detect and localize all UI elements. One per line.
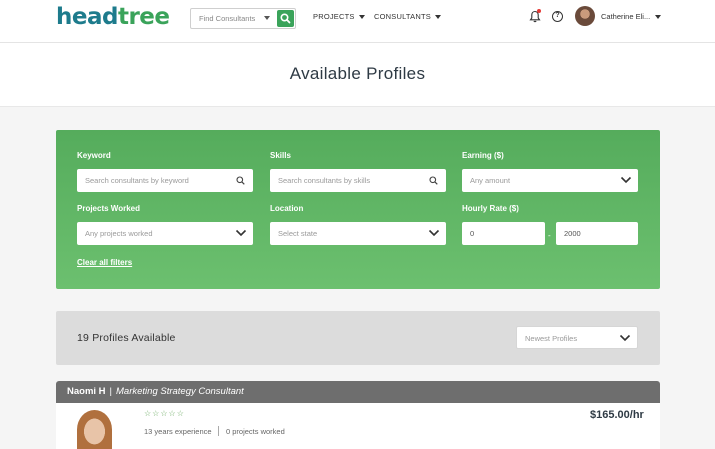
hourly-rate: $165.00/hr [590,409,644,421]
user-avatar[interactable] [575,6,595,26]
search-icon [280,13,291,24]
earning-label: Earning ($) [462,151,504,160]
filter-panel [56,130,660,289]
experience-text: 13 years experience [144,427,212,436]
location-label: Location [270,204,304,213]
skills-placeholder: Search consultants by skills [278,176,371,185]
range-separator: - [548,231,551,240]
location-value: Select state [278,229,318,238]
projects-worked-label: Projects Worked [77,204,140,213]
logo-text-head: head [56,4,118,30]
projects-worked-select[interactable]: Any projects worked [77,222,253,245]
hourly-rate-max-input[interactable]: 2000 [556,222,638,245]
nav-projects-label: PROJECTS [313,12,355,21]
chevron-down-icon [235,229,247,237]
notification-dot [537,9,541,13]
caret-down-icon [358,15,365,20]
keyword-placeholder: Search consultants by keyword [85,176,189,185]
projects-worked-text: 0 projects worked [226,427,285,436]
question-circle-icon[interactable]: ? [552,11,563,22]
profile-role: Marketing Strategy Consultant [116,386,244,397]
nav-consultants-label: CONSULTANTS [374,12,431,21]
logo-text-tree: tree [117,4,170,30]
sort-value: Newest Profiles [525,334,578,343]
search-icon [429,176,438,185]
clear-filters-link[interactable]: Clear all filters [77,258,132,267]
hourly-rate-label: Hourly Rate ($) [462,204,519,213]
caret-down-icon [264,16,270,20]
top-navbar: headtree Find Consultants PROJECTS CONSU… [0,0,715,43]
keyword-label: Keyword [77,151,111,160]
headtree-logo[interactable]: headtree [56,4,170,30]
find-consultants-label: Find Consultants [199,14,256,23]
user-name[interactable]: Catherine Eli... [601,12,650,21]
page-title: Available Profiles [289,64,426,83]
earning-value: Any amount [470,176,511,185]
nav-projects[interactable]: PROJECTS [313,12,365,21]
caret-down-icon [434,15,441,20]
location-select[interactable]: Select state [270,222,446,245]
profile-photo[interactable] [77,410,112,449]
chevron-down-icon [428,229,440,237]
header-separator: | [109,386,113,397]
header-search-button[interactable] [277,10,294,27]
chevron-down-icon [620,176,632,184]
caret-down-icon[interactable] [655,15,661,19]
profile-name[interactable]: Naomi H [67,386,106,397]
earning-select[interactable]: Any amount [462,169,638,192]
meta-divider [218,426,219,436]
nav-consultants[interactable]: CONSULTANTS [374,12,441,21]
skills-input[interactable]: Search consultants by skills [270,169,446,192]
chevron-down-icon [619,334,631,342]
profile-card-header[interactable]: Naomi H | Marketing Strategy Consultant [56,381,660,403]
hourly-rate-min-input[interactable]: 0 [462,222,545,245]
sort-select[interactable]: Newest Profiles [516,326,638,349]
find-consultants-select[interactable]: Find Consultants [191,9,276,28]
projects-worked-value: Any projects worked [85,229,153,238]
title-band: Available Profiles [0,43,715,107]
search-icon [236,176,245,185]
skills-label: Skills [270,151,291,160]
profiles-count: 19 Profiles Available [77,332,176,344]
rating-stars: ☆☆☆☆☆ [144,409,185,418]
keyword-input[interactable]: Search consultants by keyword [77,169,253,192]
header-search: Find Consultants [190,8,296,29]
